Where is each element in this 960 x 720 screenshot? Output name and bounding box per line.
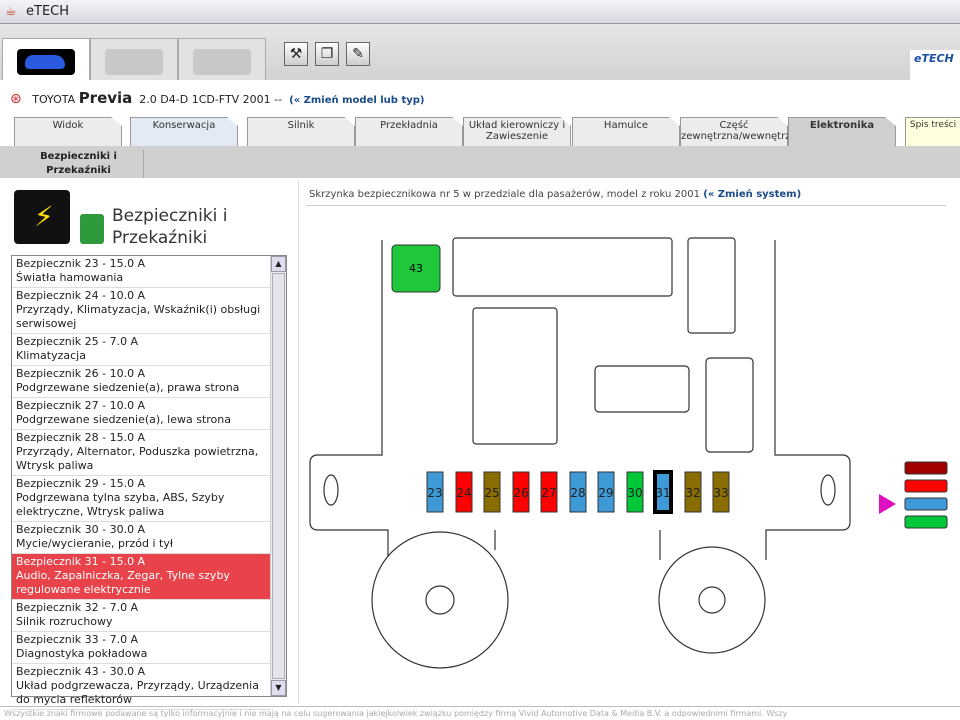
- fuse-number: 23: [427, 486, 442, 500]
- legend-fuse-0: [904, 461, 948, 475]
- fuse-number: 26: [513, 486, 528, 500]
- fuse-28[interactable]: 28: [569, 471, 587, 513]
- legend-fuse-3: [904, 515, 948, 529]
- fuse-number: 28: [570, 486, 585, 500]
- relay-label: 43: [409, 262, 423, 275]
- legend-fuse-1: [904, 479, 948, 493]
- fuse-27[interactable]: 27: [540, 471, 558, 513]
- fuse-24[interactable]: 24: [455, 471, 473, 513]
- fuse-number: 24: [456, 486, 471, 500]
- fuse-number: 25: [484, 486, 499, 500]
- fuse-box-diagram: 43 23 24 25 26 27 28 29 30 31 32 33: [309, 237, 948, 669]
- fuse-29[interactable]: 29: [597, 471, 615, 513]
- fuse-25[interactable]: 25: [483, 471, 501, 513]
- pointer-arrow-icon: [879, 494, 896, 514]
- fuse-26[interactable]: 26: [512, 471, 530, 513]
- footer-disclaimer: Wszystkie znaki firmowe podawane są tylk…: [0, 706, 960, 720]
- fuse-number: 30: [627, 486, 642, 500]
- fuse-31[interactable]: 31: [653, 470, 673, 514]
- legend-fuse-2: [904, 497, 948, 511]
- fuse-number: 29: [598, 486, 613, 500]
- fuse-23[interactable]: 23: [426, 471, 444, 513]
- fuse-30[interactable]: 30: [626, 471, 644, 513]
- fuse-number: 32: [685, 486, 700, 500]
- fuse-33[interactable]: 33: [712, 471, 730, 513]
- fuse-number: 33: [713, 486, 728, 500]
- fuse-32[interactable]: 32: [684, 471, 702, 513]
- fuse-number: 31: [655, 486, 670, 500]
- relay-43[interactable]: 43: [391, 244, 441, 293]
- fuse-number: 27: [541, 486, 556, 500]
